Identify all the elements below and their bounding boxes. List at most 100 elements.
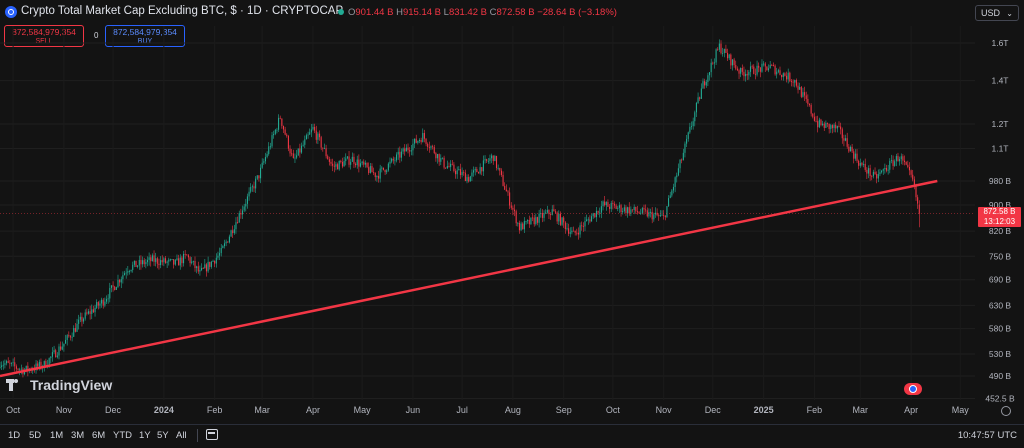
candle-body — [117, 279, 119, 288]
candle-body — [255, 178, 257, 189]
candle-body — [317, 133, 319, 140]
settings-icon[interactable] — [1001, 406, 1011, 416]
candle-body — [520, 223, 522, 231]
candle-body — [630, 209, 632, 214]
candle-body — [81, 316, 83, 322]
candle-body — [297, 148, 299, 156]
candle-body — [138, 259, 140, 266]
candle-body — [830, 125, 832, 129]
range-5d-button[interactable]: 5D — [29, 430, 41, 441]
candle-body — [769, 64, 771, 69]
candle-body — [538, 213, 540, 223]
candle-body — [366, 162, 368, 168]
candle-body — [528, 219, 530, 225]
candle-body — [14, 362, 16, 367]
candle-body — [723, 48, 725, 54]
range-all-button[interactable]: All — [176, 430, 187, 441]
chart-grid — [0, 26, 975, 400]
candle-body — [818, 119, 820, 128]
candle-body — [525, 221, 527, 222]
candle-body — [727, 52, 729, 59]
candle-body — [394, 160, 396, 162]
candle-body — [414, 138, 416, 144]
candle-body — [71, 336, 73, 338]
candle-body — [143, 260, 145, 265]
candle-body — [427, 143, 429, 147]
candle-body — [417, 140, 419, 143]
candle-body — [292, 153, 294, 158]
candle-body — [905, 161, 907, 165]
candle-body — [808, 104, 811, 106]
candle-body — [612, 202, 614, 204]
candle-body — [641, 208, 643, 214]
candle-body — [37, 363, 39, 367]
candle-body — [872, 171, 874, 177]
candle-body — [754, 73, 756, 75]
candle-body — [728, 54, 730, 59]
candle-body — [658, 215, 660, 217]
candle-body — [94, 307, 96, 313]
range-3m-button[interactable]: 3M — [71, 430, 84, 441]
candle-body — [864, 163, 866, 170]
candle-body — [790, 81, 793, 82]
candle-body — [743, 71, 745, 77]
candle-body — [68, 335, 70, 337]
utc-clock[interactable]: 10:47:57 UTC — [958, 430, 1017, 441]
y-tick-label: 1.4T — [991, 76, 1008, 86]
candle-body — [96, 302, 98, 308]
candle-body — [569, 232, 571, 234]
candle-body — [286, 134, 288, 136]
candle-body — [604, 201, 606, 206]
price-chart[interactable]: 1.6T1.4T1.2T1.1T980 B900 B820 B750 B690 … — [0, 0, 1024, 424]
candle-body — [756, 65, 758, 75]
candle-body — [828, 123, 830, 129]
candle-body — [902, 156, 904, 161]
candle-body — [332, 163, 334, 166]
candle-body — [161, 260, 163, 263]
candle-body — [356, 159, 358, 166]
candle-body — [861, 163, 863, 165]
candle-body — [97, 302, 99, 306]
range-ytd-button[interactable]: YTD — [113, 430, 132, 441]
candle-body — [838, 125, 840, 127]
candle-body — [79, 316, 81, 320]
candle-body — [448, 166, 450, 167]
range-6m-button[interactable]: 6M — [92, 430, 105, 441]
candle-body — [836, 125, 838, 129]
candle-body — [338, 160, 340, 170]
candle-body — [219, 253, 221, 256]
candle-body — [235, 222, 237, 230]
candle-body — [812, 113, 814, 117]
candle-body — [273, 133, 275, 136]
candle-body — [66, 335, 68, 340]
x-tick-label: Oct — [6, 405, 21, 415]
candle-body — [664, 215, 666, 218]
candle-body — [458, 169, 460, 171]
candle-body — [276, 129, 278, 131]
candle-body — [805, 95, 807, 99]
candle-body — [310, 129, 312, 133]
candle-body — [387, 163, 389, 171]
candle-body — [83, 318, 85, 322]
candle-body — [142, 260, 144, 265]
range-1d-button[interactable]: 1D — [8, 430, 20, 441]
support-trendline[interactable] — [0, 179, 938, 378]
candle-body — [822, 123, 824, 125]
candle-body — [536, 217, 539, 223]
range-5y-button[interactable]: 5Y — [157, 430, 169, 441]
candle-body — [351, 156, 353, 162]
range-1m-button[interactable]: 1M — [50, 430, 63, 441]
candle-body — [745, 73, 747, 77]
candle-body — [563, 217, 565, 223]
candle-body — [710, 62, 712, 73]
calendar-icon[interactable] — [206, 429, 218, 440]
candle-body — [740, 67, 742, 74]
candle-body — [833, 124, 835, 129]
range-1y-button[interactable]: 1Y — [139, 430, 151, 441]
candle-body — [717, 49, 719, 51]
economic-event-flag-icon[interactable] — [904, 383, 922, 395]
candle-body — [643, 208, 645, 210]
candle-body — [518, 222, 521, 231]
candle-body — [245, 203, 247, 207]
candle-body — [654, 212, 657, 215]
